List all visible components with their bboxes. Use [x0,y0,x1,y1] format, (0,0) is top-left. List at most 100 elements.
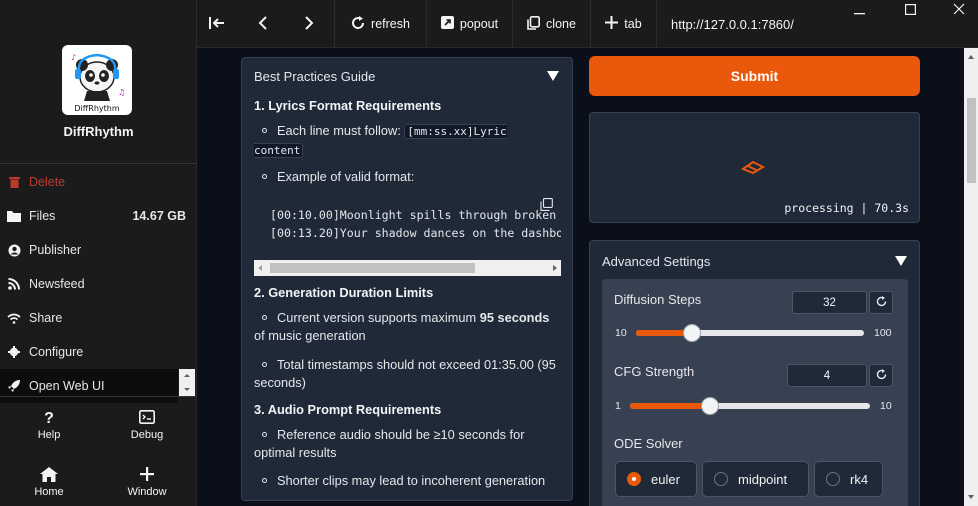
reset-icon [876,294,887,312]
sidebar-scrollbar[interactable] [179,369,195,396]
home-button[interactable]: Home [0,467,98,498]
radio-rk4[interactable]: rk4 [814,461,883,497]
sidebar-item-configure[interactable]: Configure [0,335,197,369]
code-line: [00:10.00]Moonlight spills through broke… [270,208,557,222]
ode-solver-label: ODE Solver [614,436,683,451]
svg-text:♪: ♪ [71,53,76,62]
diffusion-steps-label: Diffusion Steps [614,292,702,307]
question-icon: ? [44,410,54,427]
slider-min: 10 [615,327,627,339]
gear-icon [7,345,21,359]
home-label: Home [34,486,64,498]
trash-icon [7,175,21,189]
sidebar-item-files[interactable]: Files 14.67 GB [0,199,197,233]
address-url[interactable]: http://127.0.0.1:7860/ [671,0,794,48]
divider [0,396,197,397]
sidebar-item-label: Files [29,209,56,223]
code-scrollbar[interactable] [254,260,561,276]
close-button[interactable] [949,3,969,18]
logo-text: DiffRhythm [74,104,119,113]
back-button[interactable] [243,0,289,48]
submit-button[interactable]: Submit [589,56,920,96]
section-heading: 3. Audio Prompt Requirements [254,402,442,417]
radio-midpoint[interactable]: midpoint [702,461,809,497]
chevron-right-icon [304,15,320,33]
cfg-strength-slider[interactable] [630,397,870,415]
maximize-icon [904,2,916,20]
exit-button[interactable] [197,0,243,48]
code-line: [00:13.20]Your shadow dances on the dash… [270,226,561,240]
list-item: Each line must follow: [mm:ss.xx]Lyric c… [254,123,507,158]
minimize-button[interactable] [849,4,869,18]
rss-icon [7,277,21,291]
sidebar-item-label: Open Web UI [29,379,105,393]
radio-dot [627,472,641,486]
list-item: Shorter clips may lead to incoherent gen… [254,472,559,490]
sidebar-item-share[interactable]: Share [0,301,197,335]
popout-button[interactable]: popout [427,0,513,48]
collapse-triangle-icon[interactable] [547,71,559,81]
sidebar-item-label: Newsfeed [29,277,85,291]
help-label: Help [37,429,61,441]
radio-label: euler [651,471,680,487]
sidebar-item-delete[interactable]: Delete [0,165,197,199]
cfg-reset-button[interactable] [869,364,893,387]
diffusion-steps-input[interactable]: 32 [792,291,867,314]
copy-icon[interactable] [540,198,553,216]
radio-label: rk4 [850,471,869,487]
user-circle-icon [7,243,21,257]
app-window: ♪ ♫ DiffRhythm DiffRhythm Delete Files 1… [0,0,978,506]
guide-title[interactable]: Best Practices Guide [254,69,375,84]
refresh-button[interactable]: refresh [335,0,427,48]
wifi-icon [7,311,21,325]
debug-button[interactable]: Debug [98,410,196,441]
maximize-button[interactable] [900,4,920,18]
clone-button[interactable]: clone [513,0,591,48]
radio-dot [714,472,728,486]
sidebar-item-label: Share [29,311,63,325]
sidebar-item-label: Delete [29,175,66,189]
list-item: Reference audio should be ≥10 seconds fo… [254,427,525,460]
terminal-icon [98,410,196,426]
refresh-label: refresh [371,17,410,31]
debug-label: Debug [130,429,164,441]
advanced-settings-title[interactable]: Advanced Settings [602,254,710,269]
slider-knob[interactable] [682,324,701,342]
cfg-strength-input[interactable]: 4 [787,364,867,387]
list-item: Example of valid format: [254,168,559,186]
slider-knob[interactable] [700,397,719,415]
new-tab-button[interactable]: tab [591,0,657,48]
sidebar-item-publisher[interactable]: Publisher [0,233,197,267]
collapse-triangle-icon[interactable] [895,256,907,266]
help-button[interactable]: ? Help [0,410,98,441]
code-scrollbar-thumb[interactable] [270,263,475,273]
cfg-strength-label: CFG Strength [614,364,695,379]
slider-max: 100 [874,327,892,339]
svg-text:♫: ♫ [118,88,125,97]
slider-max: 10 [880,400,892,412]
list-item: Total timestamps should not exceed 01:35… [254,357,556,390]
loading-spinner-icon [740,159,766,180]
bullet-icon [262,128,267,134]
sidebar-item-open-web-ui[interactable]: Open Web UI [0,369,178,403]
page-scrollbar-thumb[interactable] [967,98,976,183]
popout-label: popout [459,17,499,31]
exit-icon [209,16,231,33]
sidebar-item-label: Configure [29,345,84,359]
forward-button[interactable] [289,0,335,48]
diffusion-reset-button[interactable] [869,291,893,314]
app-name: DiffRhythm [63,124,134,139]
rocket-icon [7,379,21,393]
radio-euler[interactable]: euler [615,461,697,497]
radio-label: midpoint [738,471,788,487]
app-logo: ♪ ♫ DiffRhythm [62,45,132,115]
home-icon [0,467,98,483]
reset-icon [876,367,887,385]
diffusion-steps-slider[interactable] [636,324,864,342]
list-item: Current version supports maximum 95 seco… [254,310,550,343]
storage-size: 14.67 GB [132,209,186,223]
sidebar-item-newsfeed[interactable]: Newsfeed [0,267,197,301]
sidebar-item-label: Publisher [29,243,82,257]
window-button[interactable]: Window [98,467,196,498]
clone-label: clone [546,17,576,31]
